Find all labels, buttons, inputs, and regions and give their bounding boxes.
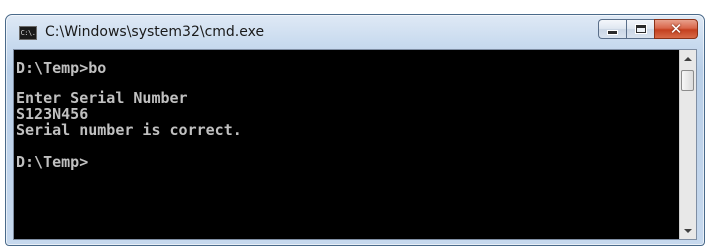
close-icon: ✕ — [669, 19, 683, 38]
scroll-up-button[interactable] — [680, 50, 696, 67]
vertical-scrollbar[interactable] — [679, 50, 696, 239]
maximize-button[interactable] — [626, 19, 654, 39]
minimize-button[interactable] — [598, 19, 626, 39]
console-line-enter-serial: Enter Serial Number — [16, 89, 188, 107]
console-line-prompt: D:\Temp> — [16, 153, 89, 171]
console-output[interactable]: D:\Temp>bo Enter Serial Number S123N456 … — [14, 50, 679, 239]
console-area: D:\Temp>bo Enter Serial Number S123N456 … — [13, 49, 697, 240]
window-controls: ✕ — [598, 19, 698, 41]
close-button[interactable]: ✕ — [654, 19, 698, 39]
title-bar[interactable]: C:\. C:\Windows\system32\cmd.exe ✕ — [6, 15, 704, 49]
console-line-serial-value: S123N456 — [16, 105, 89, 123]
scroll-down-arrow-icon — [684, 228, 692, 233]
minimize-icon — [608, 31, 617, 34]
scroll-up-arrow-icon — [684, 56, 692, 61]
maximize-icon — [635, 25, 646, 33]
cmd-app-icon[interactable]: C:\. — [19, 26, 37, 40]
scroll-thumb[interactable] — [681, 70, 694, 91]
console-line-result: Serial number is correct. — [16, 121, 242, 139]
console-line-prompt-command: D:\Temp>bo — [16, 59, 107, 77]
cmd-window: C:\. C:\Windows\system32\cmd.exe ✕ D:\Te… — [5, 14, 705, 246]
scroll-down-button[interactable] — [680, 222, 696, 239]
window-title: C:\Windows\system32\cmd.exe — [45, 24, 265, 40]
